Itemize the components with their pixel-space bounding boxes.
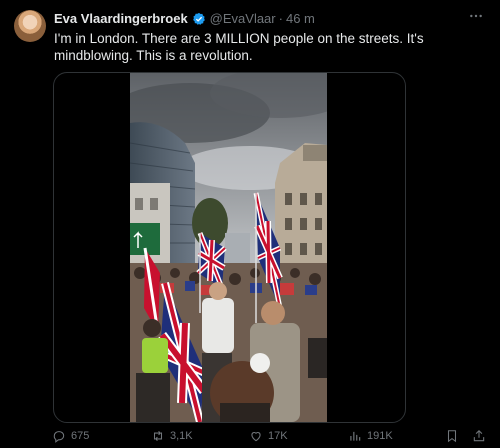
tweet-text: I'm in London. There are 3 MILLION peopl… <box>54 31 424 63</box>
bookmark-icon <box>447 430 457 443</box>
reply-count: 675 <box>71 430 90 442</box>
bookmark-button[interactable] <box>445 429 459 443</box>
views-button[interactable]: 191K <box>348 429 393 443</box>
views-icon <box>350 431 361 441</box>
media-container[interactable] <box>53 72 406 423</box>
reply-icon <box>53 431 65 443</box>
more-icon[interactable] <box>468 8 484 27</box>
repost-button[interactable]: 3,1K <box>151 429 193 443</box>
like-icon <box>251 432 261 442</box>
separator-dot: · <box>278 11 283 26</box>
timestamp[interactable]: 46 m <box>286 11 315 26</box>
video-player[interactable] <box>130 73 327 422</box>
like-button[interactable]: 17K <box>249 429 288 443</box>
reply-button[interactable]: 675 <box>52 429 89 443</box>
share-button[interactable] <box>472 429 486 443</box>
author-handle[interactable]: @EvaVlaar <box>210 11 276 26</box>
author-name[interactable]: Eva Vlaardingerbroek <box>54 11 188 26</box>
avatar[interactable] <box>14 10 46 42</box>
repost-icon <box>153 430 163 442</box>
repost-count: 3,1K <box>170 430 193 442</box>
verified-badge-icon <box>192 12 206 26</box>
tweet[interactable]: Eva Vlaardingerbroek @EvaVlaar · 46 m I'… <box>0 0 500 448</box>
like-count: 17K <box>268 430 288 442</box>
share-icon <box>473 430 485 442</box>
action-bar: 675 3,1K 17K 191K <box>52 429 492 447</box>
tweet-header: Eva Vlaardingerbroek @EvaVlaar · 46 m <box>54 11 315 26</box>
video-frame <box>130 73 327 422</box>
views-count: 191K <box>367 430 393 442</box>
